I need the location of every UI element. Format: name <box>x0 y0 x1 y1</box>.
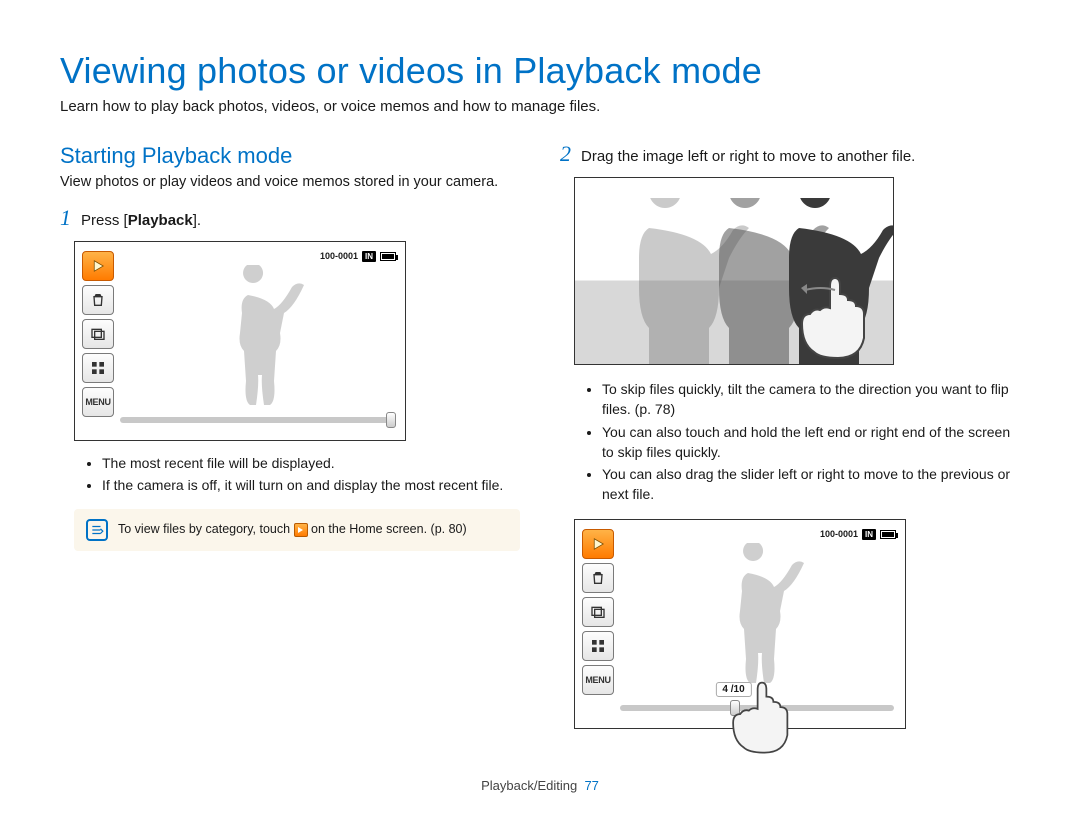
camera-screen-2: MENU 100-0001 IN 4 /10 <box>574 519 906 729</box>
thumbnails-icon <box>90 360 106 376</box>
footer-section: Playback/Editing <box>481 778 577 793</box>
scrub-slider[interactable] <box>120 417 394 423</box>
page-title: Viewing photos or videos in Playback mod… <box>60 50 1020 92</box>
list-item: To skip files quickly, tilt the camera t… <box>602 379 1020 420</box>
photo-silhouette <box>688 543 818 693</box>
storage-badge: IN <box>362 251 376 262</box>
screen-inner: MENU 100-0001 IN 4 /10 <box>578 523 902 725</box>
step2-notes: To skip files quickly, tilt the camera t… <box>574 379 1020 505</box>
trash-icon <box>590 570 606 586</box>
battery-icon <box>880 530 896 539</box>
menu-button[interactable]: MENU <box>582 665 614 695</box>
storage-badge: IN <box>862 529 876 540</box>
slideshow-button[interactable] <box>82 319 114 349</box>
slider-knob[interactable] <box>386 412 396 428</box>
menu-button[interactable]: MENU <box>82 387 114 417</box>
footer-page-number: 77 <box>584 778 598 793</box>
photo-silhouette <box>188 265 318 415</box>
step-1: 1 Press [Playback]. <box>60 207 520 229</box>
step-number: 1 <box>60 207 71 229</box>
play-icon <box>89 257 107 275</box>
list-item: You can also drag the slider left or rig… <box>602 464 1020 505</box>
tip-callout: To view files by category, touch on the … <box>74 509 520 551</box>
right-column: 2 Drag the image left or right to move t… <box>560 143 1020 741</box>
note-icon <box>86 519 108 541</box>
battery-icon <box>380 252 396 261</box>
step-text: Drag the image left or right to move to … <box>581 148 915 165</box>
thumbnails-icon <box>590 638 606 654</box>
play-button[interactable] <box>582 529 614 559</box>
swipe-illustration <box>574 177 894 365</box>
play-icon <box>589 535 607 553</box>
section-description: View photos or play videos and voice mem… <box>60 173 520 193</box>
thumbnails-button[interactable] <box>82 353 114 383</box>
list-item: You can also touch and hold the left end… <box>602 422 1020 463</box>
manual-page: Viewing photos or videos in Playback mod… <box>0 0 1080 815</box>
page-intro: Learn how to play back photos, videos, o… <box>60 98 1020 115</box>
screen-status-bar: 100-0001 IN <box>820 529 896 540</box>
drag-hand-icon <box>727 675 797 755</box>
section-heading: Starting Playback mode <box>60 143 520 169</box>
file-id: 100-0001 <box>820 529 858 539</box>
delete-button[interactable] <box>82 285 114 315</box>
step-number: 2 <box>560 143 571 165</box>
play-button[interactable] <box>82 251 114 281</box>
note-text: To view files by category, touch on the … <box>118 521 467 539</box>
left-column: Starting Playback mode View photos or pl… <box>60 143 520 741</box>
file-id: 100-0001 <box>320 251 358 261</box>
two-column-layout: Starting Playback mode View photos or pl… <box>60 143 1020 741</box>
trash-icon <box>90 292 106 308</box>
screen-sidebar: MENU <box>82 251 116 417</box>
list-item: The most recent file will be displayed. <box>102 453 520 473</box>
step1-notes: The most recent file will be displayed. … <box>74 453 520 496</box>
note-prefix: To view files by category, touch <box>118 522 294 536</box>
step-2: 2 Drag the image left or right to move t… <box>560 143 1020 165</box>
note-suffix: on the Home screen. (p. 80) <box>308 522 467 536</box>
camera-screen-1: MENU 100-0001 IN <box>74 241 406 441</box>
step-text: Press [Playback]. <box>81 212 201 229</box>
slideshow-icon <box>90 326 106 342</box>
page-footer: Playback/Editing 77 <box>0 778 1080 793</box>
slideshow-button[interactable] <box>582 597 614 627</box>
thumbnails-button[interactable] <box>582 631 614 661</box>
step-text-suffix: ]. <box>193 212 201 229</box>
screen-status-bar: 100-0001 IN <box>320 251 396 262</box>
list-item: If the camera is off, it will turn on an… <box>102 475 520 495</box>
swipe-hand-icon <box>795 270 875 360</box>
step-text-bold: Playback <box>128 212 193 229</box>
slideshow-icon <box>590 604 606 620</box>
delete-button[interactable] <box>582 563 614 593</box>
screen-inner: MENU 100-0001 IN <box>78 245 402 437</box>
album-icon <box>294 523 308 537</box>
step-text-prefix: Press [ <box>81 212 128 229</box>
screen-sidebar: MENU <box>582 529 616 695</box>
